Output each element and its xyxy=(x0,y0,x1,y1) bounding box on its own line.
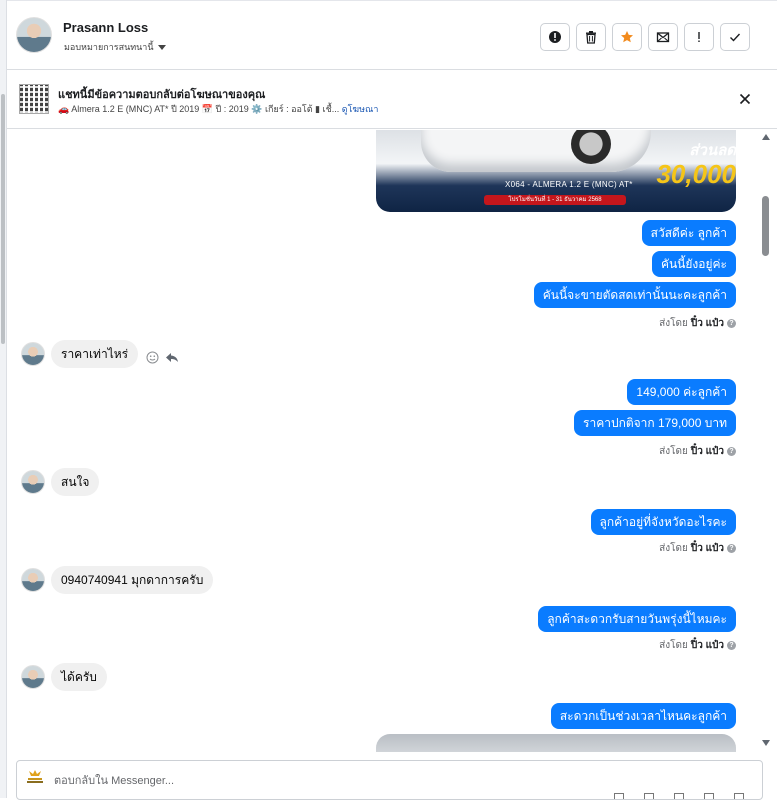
sent-by-label: ส่งโดย ปิ๋ว แป๋ว ? xyxy=(659,541,736,556)
left-pane-edge xyxy=(0,0,7,798)
incoming-message-row: ราคาเท่าไหร่ xyxy=(21,340,179,368)
scroll-up-icon[interactable] xyxy=(762,134,770,140)
incoming-message[interactable]: ได้ครับ xyxy=(51,663,107,691)
mark-unread-button[interactable] xyxy=(648,23,678,51)
caret-down-icon xyxy=(157,44,166,50)
delete-button[interactable] xyxy=(576,23,606,51)
car-ad-image[interactable]: PROMO ส่วนลด 30,000 X064 - ALMERA 1.2 E … xyxy=(376,130,736,212)
contact-avatar-small[interactable] xyxy=(21,665,45,689)
message-thread[interactable]: PROMO ส่วนลด 30,000 X064 - ALMERA 1.2 E … xyxy=(7,130,757,752)
reply-icon[interactable] xyxy=(165,351,179,364)
header-actions xyxy=(540,23,750,51)
scroll-down-icon[interactable] xyxy=(762,740,770,746)
outgoing-message[interactable]: 149,000 ค่ะลูกค้า xyxy=(627,379,736,405)
composer-tools xyxy=(614,793,744,799)
exclamation-icon xyxy=(698,32,700,42)
outgoing-message[interactable]: คันนี้ยังอยู่ค่ะ xyxy=(651,251,736,277)
ad-reply-banner: แชทนี้มีข้อความตอบกลับต่อโฆษณาของคุณ 🚗 A… xyxy=(7,71,777,129)
incoming-message-row: สนใจ xyxy=(21,468,100,496)
sent-by-label: ส่งโดย ปิ๋ว แป๋ว ? xyxy=(659,316,736,331)
help-icon[interactable]: ? xyxy=(727,544,736,553)
incoming-message-row: 0940740941 มุกดาการครับ xyxy=(21,566,214,594)
tool-icon[interactable] xyxy=(644,793,654,799)
incoming-message[interactable]: ราคาเท่าไหร่ xyxy=(51,340,139,368)
smiley-icon[interactable] xyxy=(146,351,159,364)
page-logo-icon xyxy=(27,770,43,783)
sent-by-agent[interactable]: ปิ๋ว แป๋ว xyxy=(691,444,724,459)
tool-icon[interactable] xyxy=(704,793,714,799)
ad-banner-title: แชทนี้มีข้อความตอบกลับต่อโฆษณาของคุณ xyxy=(58,89,266,101)
outgoing-message[interactable]: สวัสดีค่ะ ลูกค้า xyxy=(641,220,736,246)
tool-icon[interactable] xyxy=(674,793,684,799)
check-icon xyxy=(730,33,741,42)
help-icon[interactable]: ? xyxy=(727,641,736,650)
tool-icon[interactable] xyxy=(614,793,624,799)
contact-avatar-small[interactable] xyxy=(21,568,45,592)
contact-avatar-small[interactable] xyxy=(21,470,45,494)
star-icon xyxy=(621,31,633,43)
sent-by-prefix: ส่งโดย xyxy=(659,446,688,457)
ad-banner-description: 🚗 Almera 1.2 E (MNC) AT* ปี 2019 📅 ปี : … xyxy=(58,102,378,116)
left-scrollbar[interactable] xyxy=(1,94,5,344)
message-tools xyxy=(146,351,179,364)
outgoing-message[interactable]: คันนี้จะขายตัดสดเท่านั้นนะคะลูกค้า xyxy=(533,282,736,308)
tool-icon[interactable] xyxy=(734,793,744,799)
mark-spam-button[interactable] xyxy=(540,23,570,51)
outgoing-message[interactable]: ลูกค้าสะดวกรับสายวันพรุ่งนี้ไหมคะ xyxy=(538,606,736,632)
trash-icon xyxy=(586,31,596,44)
car-picture: PROMO xyxy=(421,130,651,172)
conversation-panel: Prasann Loss มอบหมายการสนทนานี้ แชทนี้มี… xyxy=(0,0,777,800)
contact-avatar-small[interactable] xyxy=(21,342,45,366)
star-button[interactable] xyxy=(612,23,642,51)
scroll-thumb[interactable] xyxy=(762,196,769,256)
help-icon[interactable]: ? xyxy=(727,319,736,328)
contact-avatar[interactable] xyxy=(16,17,52,53)
assign-conversation-dropdown[interactable]: มอบหมายการสนทนานี้ xyxy=(64,40,166,54)
follow-up-button[interactable] xyxy=(684,23,714,51)
thread-scrollbar[interactable] xyxy=(757,130,777,752)
envelope-icon xyxy=(656,32,670,43)
car-wheel xyxy=(571,130,611,164)
ad-description-text: 🚗 Almera 1.2 E (MNC) AT* ปี 2019 📅 ปี : … xyxy=(58,104,340,114)
image-attachment[interactable] xyxy=(376,734,736,752)
sent-by-label: ส่งโดย ปิ๋ว แป๋ว ? xyxy=(659,638,736,653)
contact-name[interactable]: Prasann Loss xyxy=(63,20,148,35)
reply-input[interactable]: ตอบกลับใน Messenger... xyxy=(54,771,174,789)
outgoing-message[interactable]: สะดวกเป็นช่วงเวลาไหนคะลูกค้า xyxy=(550,703,736,729)
sent-by-agent[interactable]: ปิ๋ว แป๋ว xyxy=(691,541,724,556)
incoming-message-row: ได้ครับ xyxy=(21,663,107,691)
assign-label: มอบหมายการสนทนานี้ xyxy=(64,42,154,52)
reply-composer[interactable]: ตอบกลับใน Messenger... xyxy=(16,760,763,800)
close-icon[interactable] xyxy=(738,92,752,106)
outgoing-message[interactable]: ราคาปกติจาก 179,000 บาท xyxy=(574,410,736,436)
conversation-header: Prasann Loss มอบหมายการสนทนานี้ xyxy=(7,0,777,70)
outgoing-message[interactable]: ลูกค้าอยู่ที่จังหวัดอะไรคะ xyxy=(590,509,736,535)
discount-overlay: ส่วนลด 30,000 xyxy=(656,138,736,189)
incoming-message[interactable]: 0940740941 มุกดาการครับ xyxy=(51,566,214,594)
sent-by-agent[interactable]: ปิ๋ว แป๋ว xyxy=(691,638,724,653)
promo-ribbon: โปรโมชั่นวันที่ 1 - 31 ธันวาคม 2568 xyxy=(484,195,626,205)
view-ad-link[interactable]: ดูโฆษณา xyxy=(342,104,379,114)
sent-by-label: ส่งโดย ปิ๋ว แป๋ว ? xyxy=(659,444,736,459)
car-caption: X064 - ALMERA 1.2 E (MNC) AT* xyxy=(505,180,633,189)
sent-by-prefix: ส่งโดย xyxy=(659,543,688,554)
help-icon[interactable]: ? xyxy=(727,447,736,456)
sent-by-prefix: ส่งโดย xyxy=(659,318,688,329)
alert-circle-icon xyxy=(549,31,561,43)
sent-by-prefix: ส่งโดย xyxy=(659,640,688,651)
ad-thumbnail xyxy=(19,84,49,114)
incoming-message[interactable]: สนใจ xyxy=(51,468,100,496)
mark-done-button[interactable] xyxy=(720,23,750,51)
sent-by-agent[interactable]: ปิ๋ว แป๋ว xyxy=(691,316,724,331)
discount-amount: 30,000 xyxy=(656,159,736,189)
